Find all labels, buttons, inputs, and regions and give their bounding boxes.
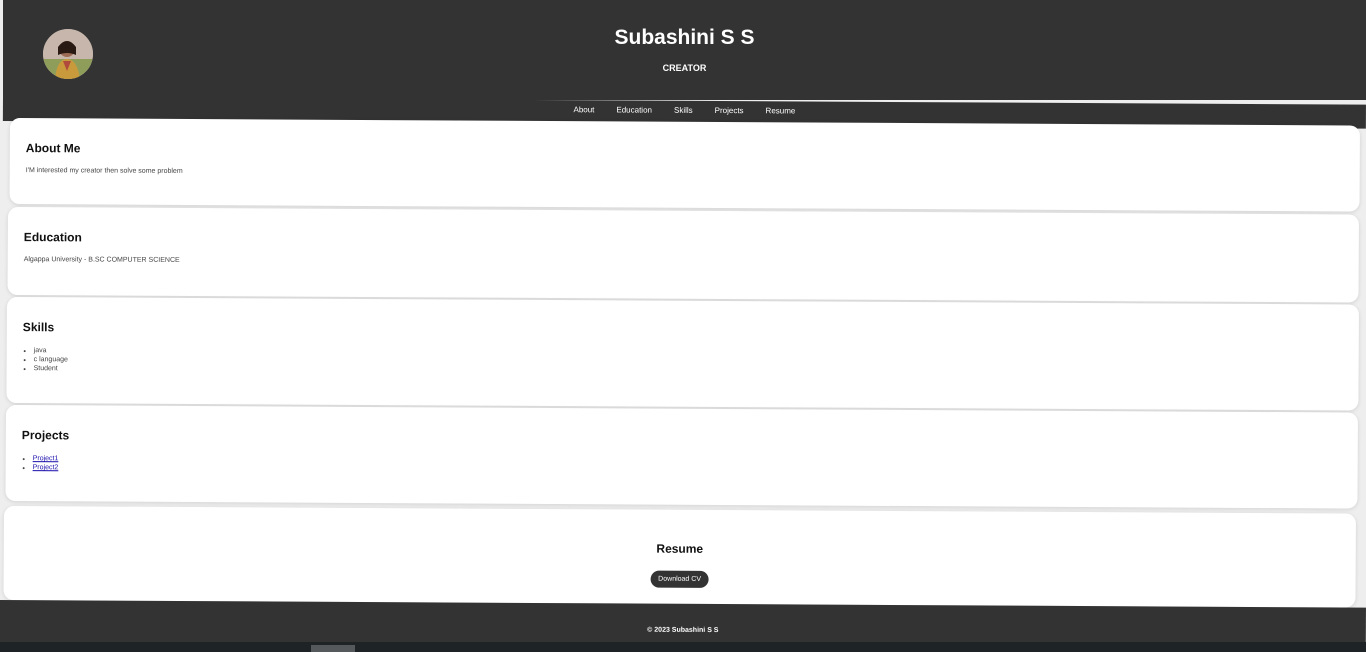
taskbar-item[interactable]	[311, 645, 355, 652]
skills-list: java c language Student	[23, 346, 1343, 380]
education-heading: Education	[23, 230, 82, 245]
about-text: I'M interested my creator then solve som…	[25, 167, 183, 175]
footer-copyright: © 2023 Subashini S S	[647, 626, 719, 635]
nav-link-education[interactable]: Education	[616, 105, 652, 114]
projects-heading: Projects	[21, 428, 70, 443]
site-title: Subashini S S	[614, 26, 755, 49]
education-text: Algappa University - B.SC COMPUTER SCIEN…	[23, 256, 180, 264]
resume-heading: Resume	[656, 541, 704, 556]
nav-link-about[interactable]: About	[573, 105, 594, 114]
nav-link-projects[interactable]: Projects	[715, 106, 744, 115]
skills-section: Skills java c language Student	[6, 297, 1359, 411]
about-section: About Me I'M interested my creator then …	[9, 118, 1360, 212]
portfolio-page: Subashini S S CREATOR About Education Sk…	[0, 0, 1366, 652]
resume-section: Resume Download CV	[3, 506, 1356, 608]
project-link[interactable]: Project1	[33, 455, 59, 462]
nav-link-skills[interactable]: Skills	[674, 106, 693, 115]
site-subtitle: CREATOR	[662, 63, 707, 73]
skills-heading: Skills	[22, 320, 55, 335]
site-header: Subashini S S CREATOR	[3, 0, 1366, 100]
taskbar-strip	[0, 642, 1366, 652]
download-cv-button[interactable]: Download CV	[650, 570, 710, 588]
about-heading: About Me	[25, 141, 81, 156]
nav-link-resume[interactable]: Resume	[766, 106, 796, 115]
projects-section: Projects Project1 Project2	[5, 405, 1358, 509]
projects-list: Project1 Project2	[22, 454, 1342, 479]
project-link[interactable]: Project2	[33, 464, 59, 471]
education-section: Education Algappa University - B.SC COMP…	[7, 207, 1359, 303]
